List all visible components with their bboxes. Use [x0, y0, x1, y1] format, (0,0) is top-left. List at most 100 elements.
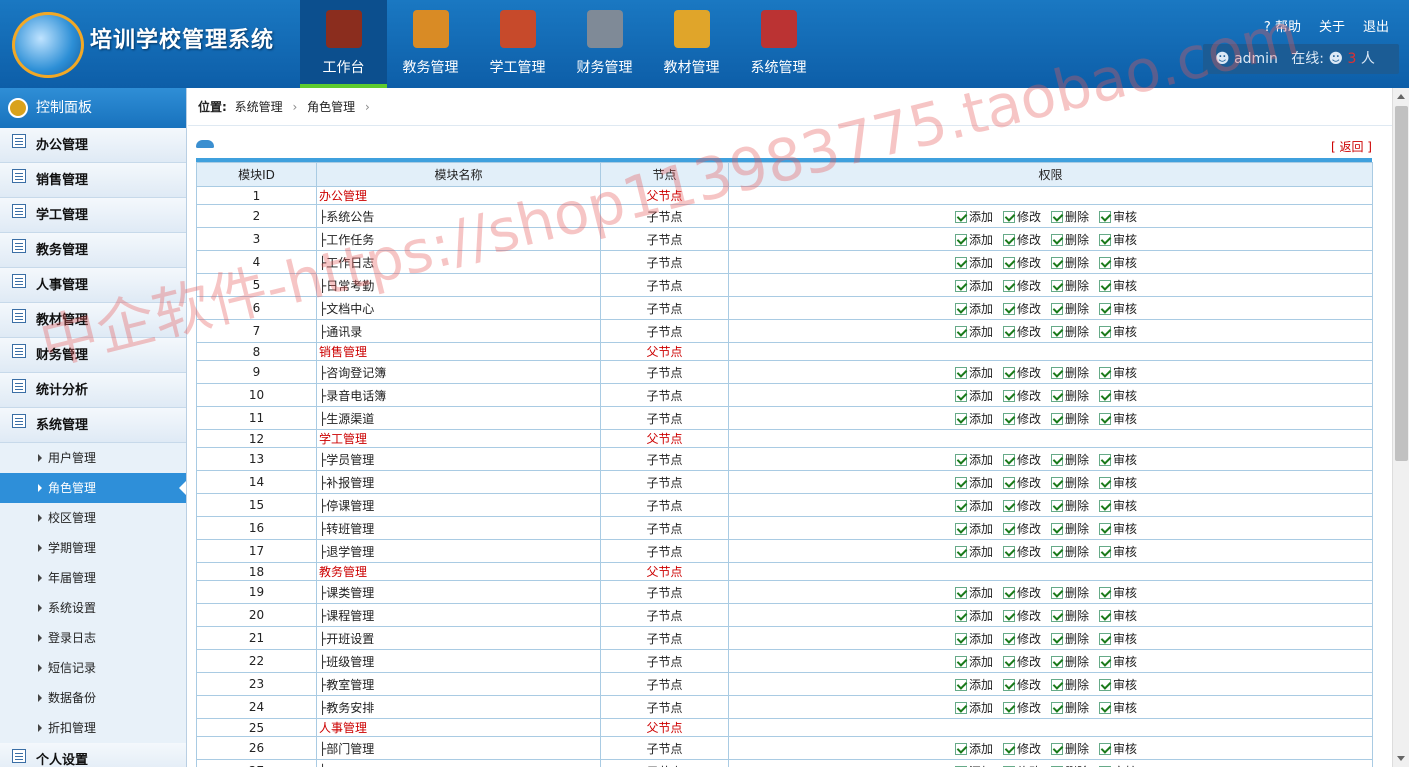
permission-option[interactable]: 审核 — [1098, 279, 1137, 293]
permission-option[interactable]: 修改 — [1002, 522, 1041, 536]
permission-option[interactable]: 修改 — [1002, 499, 1041, 513]
permission-option[interactable]: 添加 — [954, 302, 993, 316]
sidebar-sub-item[interactable]: 系统设置 — [0, 593, 186, 623]
checkbox-checked-icon[interactable] — [1098, 742, 1111, 755]
checkbox-checked-icon[interactable] — [1002, 586, 1015, 599]
permission-option[interactable]: 删除 — [1050, 678, 1089, 692]
checkbox-checked-icon[interactable] — [1098, 210, 1111, 223]
sidebar-sub-item[interactable]: 折扣管理 — [0, 713, 186, 743]
permission-option[interactable]: 修改 — [1002, 366, 1041, 380]
checkbox-checked-icon[interactable] — [1050, 302, 1063, 315]
permission-option[interactable]: 修改 — [1002, 453, 1041, 467]
checkbox-checked-icon[interactable] — [1002, 545, 1015, 558]
nav-tab[interactable]: 学工管理 — [474, 0, 561, 88]
permission-option[interactable]: 修改 — [1002, 476, 1041, 490]
checkbox-checked-icon[interactable] — [954, 210, 967, 223]
checkbox-checked-icon[interactable] — [1098, 701, 1111, 714]
permission-option[interactable]: 添加 — [954, 210, 993, 224]
checkbox-checked-icon[interactable] — [1002, 655, 1015, 668]
permission-option[interactable]: 审核 — [1098, 655, 1137, 669]
checkbox-checked-icon[interactable] — [1002, 210, 1015, 223]
checkbox-checked-icon[interactable] — [954, 586, 967, 599]
permission-option[interactable]: 审核 — [1098, 632, 1137, 646]
permission-option[interactable]: 添加 — [954, 678, 993, 692]
permission-option[interactable]: 修改 — [1002, 742, 1041, 756]
permission-option[interactable]: 修改 — [1002, 701, 1041, 715]
permission-option[interactable]: 删除 — [1050, 412, 1089, 426]
checkbox-checked-icon[interactable] — [1098, 499, 1111, 512]
permission-option[interactable]: 修改 — [1002, 233, 1041, 247]
checkbox-checked-icon[interactable] — [1098, 678, 1111, 691]
checkbox-checked-icon[interactable] — [1098, 325, 1111, 338]
checkbox-checked-icon[interactable] — [1050, 256, 1063, 269]
back-link[interactable]: [ 返回 ] — [1331, 138, 1372, 155]
sidebar-sub-item[interactable]: 登录日志 — [0, 623, 186, 653]
permission-option[interactable]: 审核 — [1098, 453, 1137, 467]
permission-option[interactable]: 添加 — [954, 476, 993, 490]
scroll-down-icon[interactable] — [1397, 756, 1405, 761]
checkbox-checked-icon[interactable] — [1050, 279, 1063, 292]
permission-option[interactable]: 删除 — [1050, 325, 1089, 339]
checkbox-checked-icon[interactable] — [1002, 302, 1015, 315]
checkbox-checked-icon[interactable] — [954, 545, 967, 558]
sidebar-group[interactable]: 教务管理 — [0, 233, 186, 268]
checkbox-checked-icon[interactable] — [1002, 256, 1015, 269]
checkbox-checked-icon[interactable] — [954, 499, 967, 512]
breadcrumb-item[interactable]: 角色管理 — [307, 100, 355, 114]
permission-option[interactable]: 删除 — [1050, 366, 1089, 380]
checkbox-checked-icon[interactable] — [954, 453, 967, 466]
permission-option[interactable]: 添加 — [954, 586, 993, 600]
checkbox-checked-icon[interactable] — [1050, 609, 1063, 622]
permission-option[interactable]: 修改 — [1002, 302, 1041, 316]
permission-option[interactable]: 审核 — [1098, 609, 1137, 623]
permission-option[interactable]: 添加 — [954, 499, 993, 513]
checkbox-checked-icon[interactable] — [954, 678, 967, 691]
checkbox-checked-icon[interactable] — [1098, 389, 1111, 402]
nav-tab[interactable]: 系统管理 — [735, 0, 822, 88]
checkbox-checked-icon[interactable] — [1050, 522, 1063, 535]
checkbox-checked-icon[interactable] — [1002, 609, 1015, 622]
checkbox-checked-icon[interactable] — [1050, 412, 1063, 425]
sidebar-sub-item[interactable]: 用户管理 — [0, 443, 186, 473]
checkbox-checked-icon[interactable] — [1050, 632, 1063, 645]
permission-option[interactable]: 添加 — [954, 325, 993, 339]
sidebar-group[interactable]: 财务管理 — [0, 338, 186, 373]
permission-option[interactable]: 添加 — [954, 453, 993, 467]
checkbox-checked-icon[interactable] — [954, 256, 967, 269]
permission-option[interactable]: 删除 — [1050, 586, 1089, 600]
checkbox-checked-icon[interactable] — [954, 701, 967, 714]
checkbox-checked-icon[interactable] — [1002, 233, 1015, 246]
checkbox-checked-icon[interactable] — [1050, 325, 1063, 338]
permission-option[interactable]: 审核 — [1098, 476, 1137, 490]
checkbox-checked-icon[interactable] — [954, 609, 967, 622]
permission-option[interactable]: 删除 — [1050, 256, 1089, 270]
checkbox-checked-icon[interactable] — [1098, 655, 1111, 668]
checkbox-checked-icon[interactable] — [954, 476, 967, 489]
permission-option[interactable]: 修改 — [1002, 279, 1041, 293]
sidebar-sub-item[interactable]: 角色管理 — [0, 473, 186, 503]
checkbox-checked-icon[interactable] — [1002, 279, 1015, 292]
sidebar-sub-item[interactable]: 数据备份 — [0, 683, 186, 713]
sidebar-group[interactable]: 教材管理 — [0, 303, 186, 338]
sidebar-group[interactable]: 办公管理 — [0, 128, 186, 163]
checkbox-checked-icon[interactable] — [954, 233, 967, 246]
permission-option[interactable]: 添加 — [954, 655, 993, 669]
permission-option[interactable]: 审核 — [1098, 366, 1137, 380]
permission-option[interactable]: 删除 — [1050, 279, 1089, 293]
permission-option[interactable]: 修改 — [1002, 586, 1041, 600]
permission-option[interactable]: 删除 — [1050, 609, 1089, 623]
checkbox-checked-icon[interactable] — [1050, 701, 1063, 714]
permission-option[interactable]: 删除 — [1050, 499, 1089, 513]
checkbox-checked-icon[interactable] — [954, 632, 967, 645]
checkbox-checked-icon[interactable] — [1002, 742, 1015, 755]
permission-option[interactable]: 审核 — [1098, 302, 1137, 316]
sidebar-group[interactable]: 销售管理 — [0, 163, 186, 198]
permission-option[interactable]: 添加 — [954, 742, 993, 756]
checkbox-checked-icon[interactable] — [1098, 233, 1111, 246]
permission-option[interactable]: 审核 — [1098, 325, 1137, 339]
permission-option[interactable]: 删除 — [1050, 701, 1089, 715]
checkbox-checked-icon[interactable] — [1098, 256, 1111, 269]
sidebar-sub-item[interactable]: 学期管理 — [0, 533, 186, 563]
checkbox-checked-icon[interactable] — [954, 279, 967, 292]
permission-option[interactable]: 添加 — [954, 632, 993, 646]
